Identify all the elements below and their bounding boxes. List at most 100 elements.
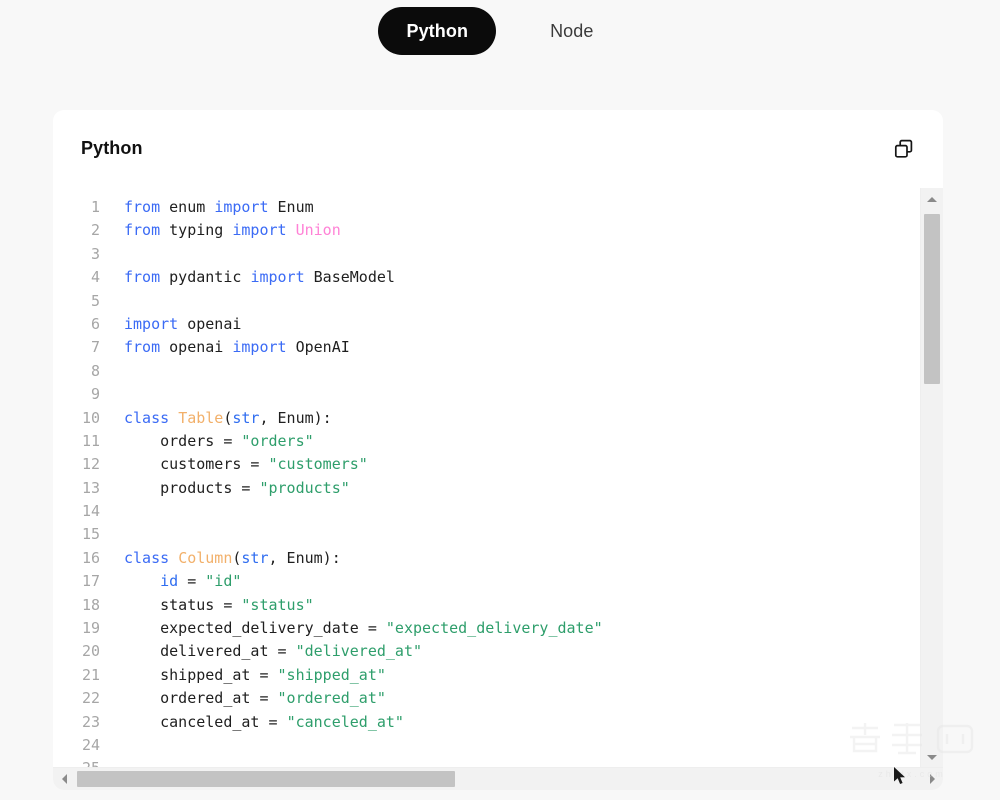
code-line: 20 delivered_at = "delivered_at" (53, 640, 603, 663)
code-token: "status" (241, 595, 314, 614)
code-token: Column (178, 548, 233, 567)
code-token: canceled_at = (124, 712, 287, 731)
code-scroll-area[interactable]: 1 from enum import Enum 2 from typing impor… (53, 188, 921, 768)
line-number: 6 (90, 314, 100, 333)
code-token: import (232, 221, 296, 240)
tab-python[interactable]: Python (378, 7, 497, 55)
code-line: 18 status = "status" (53, 594, 603, 617)
code-token: "customers" (268, 455, 368, 474)
horizontal-scrollbar-thumb[interactable] (77, 771, 455, 787)
code-line: 1 from enum import Enum (53, 196, 603, 219)
code-token: "shipped_at" (277, 665, 386, 684)
line-number: 22 (81, 689, 100, 708)
line-content (100, 360, 124, 383)
line-content: canceled_at = "canceled_at" (100, 711, 404, 734)
line-number: 15 (81, 525, 100, 544)
arrow-left-icon (61, 774, 67, 784)
code-token: class (124, 548, 179, 567)
line-content: customers = "customers" (100, 453, 368, 476)
arrow-up-icon (927, 196, 937, 202)
code-token: from (124, 338, 170, 357)
code-token: class (124, 408, 179, 427)
line-content: class Table(str, Enum): (100, 407, 332, 430)
code-token: ordered_at = (124, 689, 278, 708)
line-content: from typing import Union (100, 219, 341, 242)
horizontal-scrollbar[interactable] (53, 767, 943, 790)
vertical-scrollbar-thumb[interactable] (924, 214, 940, 384)
line-number: 3 (90, 244, 100, 263)
code-token: products = (124, 478, 260, 497)
code-line: 7 from openai import OpenAI (53, 336, 603, 359)
scroll-left-button[interactable] (53, 768, 75, 790)
code-token: Enum (277, 198, 314, 216)
line-content: id = "id" (100, 570, 241, 593)
code-line: 13 products = "products" (53, 477, 603, 500)
line-content (100, 734, 124, 757)
line-content (100, 500, 124, 523)
code-line: 12 customers = "customers" (53, 453, 603, 476)
code-line: 2 from typing import Union (53, 219, 603, 242)
line-number: 10 (81, 408, 100, 427)
line-content: shipped_at = "shipped_at" (100, 664, 386, 687)
code-line: 6 import openai (53, 313, 603, 336)
code-token: OpenAI (295, 338, 350, 357)
line-content: orders = "orders" (100, 430, 314, 453)
line-content: from pydantic import BaseModel (100, 266, 395, 289)
code-token: orders = (124, 431, 242, 450)
code-line: 8 (53, 360, 603, 383)
scroll-right-button[interactable] (921, 768, 943, 790)
line-number: 4 (90, 268, 100, 287)
line-number: 24 (81, 735, 100, 754)
code-token: delivered_at = (124, 642, 296, 661)
code-token: status = (124, 595, 242, 614)
code-content: 1 from enum import Enum 2 from typing impor… (53, 196, 603, 768)
code-token: Table (178, 408, 224, 427)
code-token: id (160, 572, 179, 591)
line-content (100, 290, 124, 313)
language-tab-bar: Python Node (0, 0, 1000, 62)
code-token: import (124, 314, 188, 333)
line-content: from openai import OpenAI (100, 336, 350, 359)
code-token: , Enum): (259, 408, 332, 427)
scroll-up-button[interactable] (921, 188, 943, 210)
tab-node[interactable]: Node (522, 7, 621, 55)
code-token: Union (295, 221, 341, 240)
line-number: 1 (90, 198, 100, 216)
code-token: import (250, 268, 314, 287)
code-token: str (241, 548, 269, 567)
line-number: 7 (90, 338, 100, 357)
line-number: 20 (81, 642, 100, 661)
code-line: 11 orders = "orders" (53, 430, 603, 453)
code-line: 10 class Table(str, Enum): (53, 407, 603, 430)
code-token: "products" (259, 478, 350, 497)
code-line: 16 class Column(str, Enum): (53, 547, 603, 570)
code-token: from (124, 268, 170, 287)
code-line: 4 from pydantic import BaseModel (53, 266, 603, 289)
line-number: 16 (81, 548, 100, 567)
code-line: 24 (53, 734, 603, 757)
arrow-right-icon (929, 774, 935, 784)
page-root: Python Node Python 1 from enum import Enu… (0, 0, 1000, 800)
line-number: 13 (81, 478, 100, 497)
code-token: customers = (124, 455, 269, 474)
line-number: 8 (90, 361, 100, 380)
code-line: 3 (53, 243, 603, 266)
code-token: openai (187, 314, 242, 333)
copy-icon (893, 138, 915, 163)
copy-code-button[interactable] (891, 137, 917, 163)
line-content (100, 523, 124, 546)
line-content: ordered_at = "ordered_at" (100, 687, 386, 710)
code-token: from (124, 221, 170, 240)
code-token: "id" (205, 572, 242, 591)
scroll-down-button[interactable] (921, 746, 943, 768)
code-token: from (124, 198, 170, 216)
code-line: 21 shipped_at = "shipped_at" (53, 664, 603, 687)
line-number: 23 (81, 712, 100, 731)
vertical-scrollbar[interactable] (920, 188, 943, 768)
line-content: status = "status" (100, 594, 314, 617)
line-number: 21 (81, 665, 100, 684)
code-line: 19 expected_delivery_date = "expected_de… (53, 617, 603, 640)
line-number: 17 (81, 572, 100, 591)
code-token: shipped_at = (124, 665, 278, 684)
